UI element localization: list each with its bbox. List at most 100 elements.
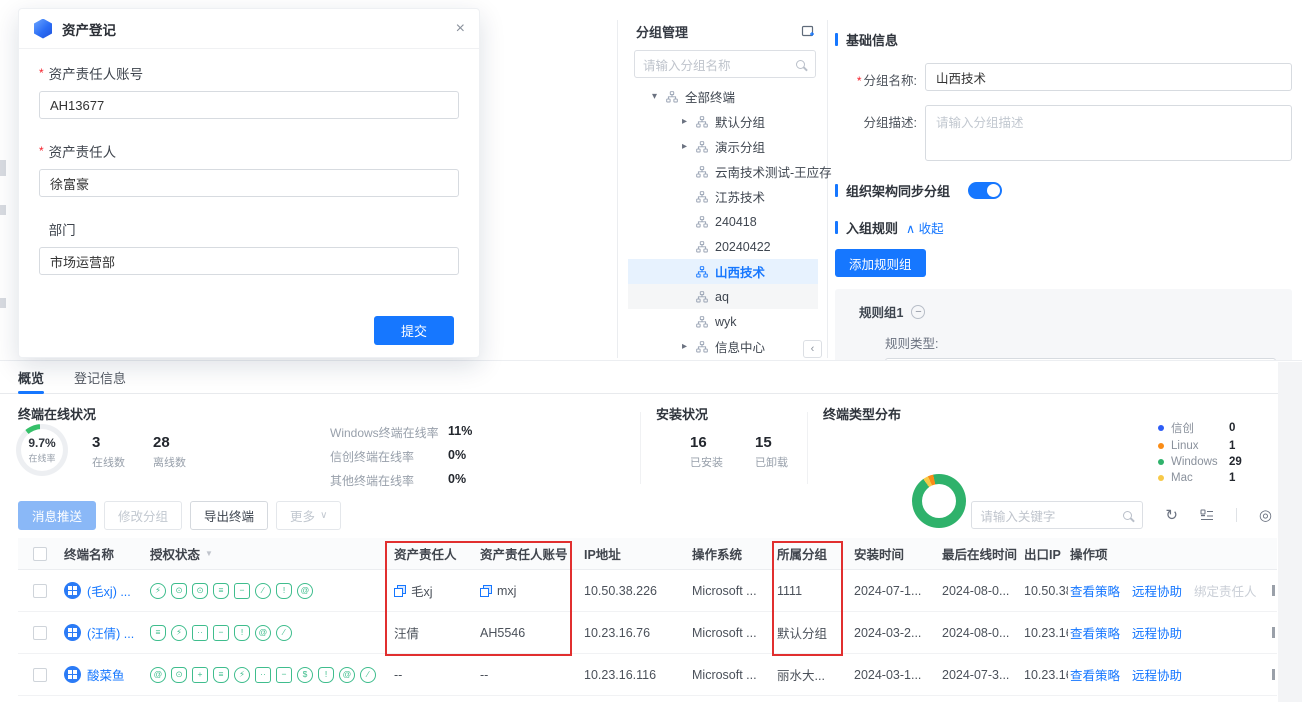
tree-collapse-handle[interactable]: ‹ [803,340,822,358]
tree-item-云南技术测试-王应存[interactable]: 云南技术测试-王应存 [628,159,818,184]
last-online-cell: 2024-08-0... [940,584,1022,598]
copy-icon[interactable] [394,585,405,596]
column-settings-icon[interactable] [1200,508,1214,522]
remove-rule-group-icon[interactable]: − [911,305,925,319]
row-checkbox[interactable] [33,668,47,682]
chevron-down-icon: ∨ [320,510,327,521]
search-icon [796,60,805,69]
action-link-远程协助[interactable]: 远程协助 [1132,581,1182,600]
table-body: (毛xj) ... ⚡⊙⊙≡−∕!@ 毛xj mxj 10.50.38.226 … [0,570,1302,696]
group-search-input[interactable]: 请输入分组名称 [634,50,816,78]
online-rate-gauge: 9.7% 在线率 [16,424,68,476]
status-icon: ⚡ [171,625,187,641]
rule-group-title: 规则组1 [859,302,903,321]
group-name-input[interactable] [925,63,1292,91]
copy-icon[interactable] [480,585,491,596]
action-link-查看策略[interactable]: 查看策略 [1070,665,1120,684]
column-header-资产责任人账号[interactable]: 资产责任人账号 [478,544,582,563]
column-header-最后在线时间[interactable]: 最后在线时间 [940,544,1022,563]
tab-概览[interactable]: 概览 [18,361,44,394]
ip-cell: 10.23.16.76 [582,626,690,640]
modal-field: *资产责任人 [39,141,459,197]
action-link-绑定责任人: 绑定责任人 [1194,581,1257,600]
auth-status-icons: @⊙+≡⚡··−$!@∕ [148,667,392,683]
table-row: 酸菜鱼 @⊙+≡⚡··−$!@∕ -- -- 10.23.16.116 Micr… [18,654,1277,696]
column-header-终端名称[interactable]: 终端名称 [62,544,148,563]
row-checkbox[interactable] [33,584,47,598]
status-icon: @ [297,583,313,599]
required-star: * [39,66,44,80]
tree-item-江苏技术[interactable]: 江苏技术 [628,184,818,209]
column-header-操作项[interactable]: 操作项 [1068,544,1277,563]
refresh-icon[interactable]: ↻ [1165,508,1178,523]
tree-item-演示分组[interactable]: ▸ 演示分组 [628,134,818,159]
windows-os-icon [64,582,81,599]
modal-body: *资产责任人账号 *资产责任人 *部门 [19,49,479,275]
column-header-授权状态[interactable]: 授权状态▼ [148,544,392,563]
action-link-远程协助[interactable]: 远程协助 [1132,665,1182,684]
close-icon[interactable]: × [456,21,465,37]
group-panel-title: 分组管理 [636,22,688,41]
group-desc-label: 分组描述: [835,105,917,131]
select-all-checkbox[interactable] [33,547,47,561]
tree-item-山西技术[interactable]: 山西技术 [628,259,818,284]
add-rule-group-button[interactable]: 添加规则组 [835,249,926,277]
submit-button[interactable]: 提交 [374,316,454,345]
right-scroll-strip [1278,362,1302,702]
toolbar-button-消息推送[interactable]: 消息推送 [18,501,96,530]
status-icon: ·· [255,667,271,683]
collapse-rules-link[interactable]: ∧ 收起 [906,218,944,237]
action-link-查看策略[interactable]: 查看策略 [1070,623,1120,642]
field-input[interactable] [39,91,459,119]
app-root: 资产登记 × *资产责任人账号 *资产责任人 *部门 提交 分组管理 请输入分组… [0,0,1302,702]
owner-cell: -- [392,668,478,682]
column-header-资产责任人[interactable]: 资产责任人 [392,544,478,563]
chevron-up-icon: ∧ [906,222,915,236]
tree-item-aq[interactable]: aq [628,284,818,309]
add-group-icon[interactable] [801,24,816,39]
filter-funnel-icon[interactable]: ▼ [205,549,213,558]
field-input[interactable] [39,247,459,275]
group-desc-textarea[interactable] [925,105,1292,161]
rate-row: 信创终端在线率 0% [330,448,472,465]
owner-cell: 汪倩 [392,623,478,642]
legend-item: Linux 1 [1158,440,1242,452]
column-header-安装时间[interactable]: 安装时间 [852,544,940,563]
gear-icon[interactable]: ◎ [1259,508,1272,523]
legend-value: 1 [1229,440,1235,452]
stat-label: 已安装 [690,454,723,470]
terminal-name-link[interactable]: (汪倩) ... [87,623,134,642]
column-header-出口IP[interactable]: 出口IP [1022,544,1068,563]
column-header-操作系统[interactable]: 操作系统 [690,544,775,563]
table-toolbar: 消息推送修改分组导出终端更多∨ 请输入关键字 ↻ ◎ [0,500,1302,530]
tree-item-全部终端[interactable]: ▾ 全部终端 [628,84,818,109]
action-link-远程协助[interactable]: 远程协助 [1132,623,1182,642]
windows-os-icon [64,624,81,641]
column-header-IP地址[interactable]: IP地址 [582,544,690,563]
background-fragment [0,205,6,215]
terminal-name-link[interactable]: (毛xj) ... [87,581,131,600]
tab-登记信息[interactable]: 登记信息 [74,361,126,394]
panel-divider [617,20,618,358]
action-link-查看策略[interactable]: 查看策略 [1070,581,1120,600]
org-sync-toggle[interactable] [968,182,1002,199]
overview-section: 概览登记信息 终端在线状况 9.7% 在线率 3 在线数 28 离线数 Wind… [0,360,1302,702]
group-icon [696,341,708,353]
terminal-name-link[interactable]: 酸菜鱼 [87,665,125,684]
tree-item-label: aq [715,290,729,304]
row-checkbox[interactable] [33,626,47,640]
tree-item-240418[interactable]: 240418 [628,209,818,234]
tree-item-默认分组[interactable]: ▸ 默认分组 [628,109,818,134]
tree-item-20240422[interactable]: 20240422 [628,234,818,259]
tree-item-信息中心[interactable]: ▸ 信息中心 [628,334,818,359]
org-sync-heading: 组织架构同步分组 [835,181,1292,200]
field-input[interactable] [39,169,459,197]
keyword-search-placeholder: 请输入关键字 [980,506,1123,525]
stat: 28 离线数 [153,434,186,470]
tree-item-wyk[interactable]: wyk [628,309,818,334]
toolbar-button-导出终端[interactable]: 导出终端 [190,501,268,530]
egress-ip-cell: 10.23.16 [1022,626,1068,640]
tree-caret-icon: ▸ [682,341,696,352]
column-header-所属分组[interactable]: 所属分组 [775,544,852,563]
keyword-search-input[interactable]: 请输入关键字 [971,501,1143,529]
